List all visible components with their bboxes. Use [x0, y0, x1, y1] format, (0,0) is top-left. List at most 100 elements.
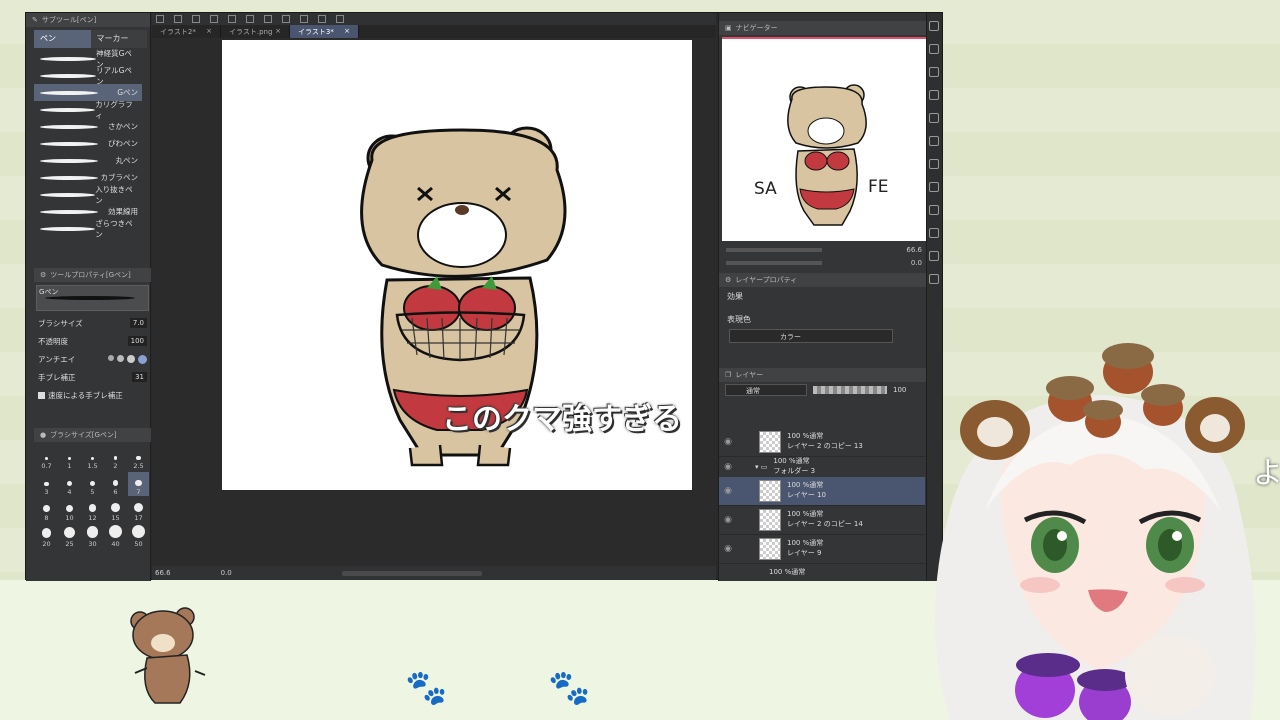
brush-size-option[interactable]: 2: [105, 446, 126, 470]
brush-size-option[interactable]: 50: [128, 524, 149, 548]
layer-icon[interactable]: [929, 251, 939, 261]
clip-studio-window: ✎ サブツール[ペン] ペン マーカー 神経質Gペン リアルGペン Gペン カリグラフ…: [25, 12, 943, 581]
download-icon[interactable]: [929, 44, 939, 54]
document-icon[interactable]: [929, 205, 939, 215]
home-icon[interactable]: [929, 228, 939, 238]
zoom-slider[interactable]: [726, 247, 822, 252]
brush-size-option[interactable]: 20: [36, 524, 57, 548]
stabilization-row[interactable]: 手ブレ補正 31: [34, 368, 151, 386]
ruler-icon[interactable]: [336, 15, 344, 23]
document-tab[interactable]: イラスト2* ×: [152, 25, 221, 38]
angle-readout[interactable]: 0.0: [221, 569, 232, 577]
antialias-options[interactable]: [108, 354, 147, 364]
zoom-readout[interactable]: 66.6: [155, 569, 171, 577]
document-tabs: イラスト2* × イラスト.png × イラスト3* ×: [152, 25, 716, 38]
brush-size-option[interactable]: 12: [82, 498, 103, 522]
layer-opacity-slider[interactable]: [813, 386, 887, 394]
select-icon[interactable]: [300, 15, 308, 23]
brush-size-option[interactable]: 5: [82, 472, 103, 496]
fill-icon[interactable]: [264, 15, 272, 23]
brush-size-option[interactable]: 10: [59, 498, 80, 522]
horizontal-scrollbar[interactable]: [341, 570, 482, 576]
brush-size-option[interactable]: 0.7: [36, 446, 57, 470]
material-icon[interactable]: [929, 136, 939, 146]
speed-stabilization-row[interactable]: 速度による手ブレ補正: [34, 386, 151, 404]
brush-item[interactable]: ざらつきペン: [34, 219, 142, 239]
rotation-slider[interactable]: [726, 260, 822, 265]
tab-marker[interactable]: マーカー: [90, 30, 147, 48]
brush-size-label: 4: [67, 488, 72, 496]
brush-item[interactable]: 入り抜きペン: [34, 185, 142, 205]
import-icon[interactable]: [929, 67, 939, 77]
search-icon[interactable]: [929, 21, 939, 31]
close-icon[interactable]: ×: [275, 27, 281, 36]
brush-size-row[interactable]: ブラシサイズ 7.0: [34, 314, 151, 332]
brush-size-dot: [89, 480, 96, 486]
brush-size-option[interactable]: 8: [36, 498, 57, 522]
brush-item[interactable]: 丸ペン: [34, 152, 142, 169]
document-tab[interactable]: イラスト3* ×: [290, 25, 359, 38]
save-icon[interactable]: [192, 15, 200, 23]
eye-icon[interactable]: ◉: [719, 544, 737, 554]
brush-size-option[interactable]: 4: [59, 472, 80, 496]
brush-size-option[interactable]: 25: [59, 524, 80, 548]
document-icon[interactable]: [929, 182, 939, 192]
brush-item[interactable]: さかペン: [34, 118, 142, 135]
antialias-strong[interactable]: [138, 354, 147, 364]
expression-color-select[interactable]: カラー: [729, 329, 893, 343]
document-icon[interactable]: [929, 159, 939, 169]
antialias-none[interactable]: [108, 354, 114, 361]
brush-size-option[interactable]: 6: [105, 472, 126, 496]
brush-size-option[interactable]: 30: [82, 524, 103, 548]
snap-icon[interactable]: [318, 15, 326, 23]
eye-icon[interactable]: ◉: [719, 437, 737, 447]
transform-icon[interactable]: [282, 15, 290, 23]
brush-size-option[interactable]: 2.5: [128, 446, 149, 470]
bear-sticker: [130, 607, 206, 704]
stabilization-value[interactable]: 31: [132, 372, 147, 382]
brush-size-value[interactable]: 7.0: [129, 318, 147, 328]
brush-item[interactable]: ぴわペン: [34, 135, 142, 152]
brush-size-option[interactable]: 40: [105, 524, 126, 548]
brush-size-option[interactable]: 1.5: [82, 446, 103, 470]
navigator-zoom-value[interactable]: 66.6: [906, 246, 922, 254]
command-bar: [152, 13, 716, 25]
vtuber-avatar: [935, 343, 1256, 720]
speed-stabilization-checkbox[interactable]: [38, 391, 45, 399]
brush-size-option[interactable]: 15: [105, 498, 126, 522]
close-icon[interactable]: ×: [206, 27, 212, 36]
antialias-medium[interactable]: [127, 354, 135, 363]
clear-icon[interactable]: [246, 15, 254, 23]
antialias-weak[interactable]: [117, 354, 124, 362]
brush-item[interactable]: カリグラフィ: [34, 100, 142, 120]
brush-size-option[interactable]: 3: [36, 472, 57, 496]
undo-icon[interactable]: [210, 15, 218, 23]
navigator-preview[interactable]: SA FE: [722, 37, 926, 241]
brush-size-option[interactable]: 1: [59, 446, 80, 470]
brush-size-option[interactable]: 17: [128, 498, 149, 522]
brush-size-option[interactable]: 7: [128, 472, 149, 496]
opacity-value[interactable]: 100: [127, 336, 147, 346]
brush-size-dot: [67, 481, 72, 486]
tab-pen[interactable]: ペン: [34, 30, 91, 48]
layer-thumbnail: [759, 538, 781, 560]
blend-mode-select[interactable]: 通常: [725, 384, 807, 396]
canvas-area[interactable]: このクマ強すぎる: [152, 38, 716, 566]
redo-icon[interactable]: [228, 15, 236, 23]
navigator-angle-value[interactable]: 0.0: [911, 259, 922, 267]
navigator-header: ▣ ナビゲーター: [719, 21, 928, 35]
new-file-icon[interactable]: [156, 15, 164, 23]
close-icon[interactable]: ×: [344, 27, 350, 36]
export-icon[interactable]: [929, 90, 939, 100]
eye-icon[interactable]: ◉: [719, 486, 737, 496]
opacity-row[interactable]: 不透明度 100: [34, 332, 151, 350]
document-tab[interactable]: イラスト.png ×: [221, 25, 290, 38]
eye-icon[interactable]: ◉: [719, 515, 737, 525]
antialias-row[interactable]: アンチエイ: [34, 350, 151, 368]
eye-icon[interactable]: ◉: [719, 462, 737, 472]
export-icon[interactable]: [929, 274, 939, 284]
open-icon[interactable]: [174, 15, 182, 23]
navigator-controls: 66.6 0.0: [722, 243, 926, 271]
close-icon[interactable]: [929, 113, 939, 123]
brush-item[interactable]: リアルGペン: [34, 66, 142, 86]
